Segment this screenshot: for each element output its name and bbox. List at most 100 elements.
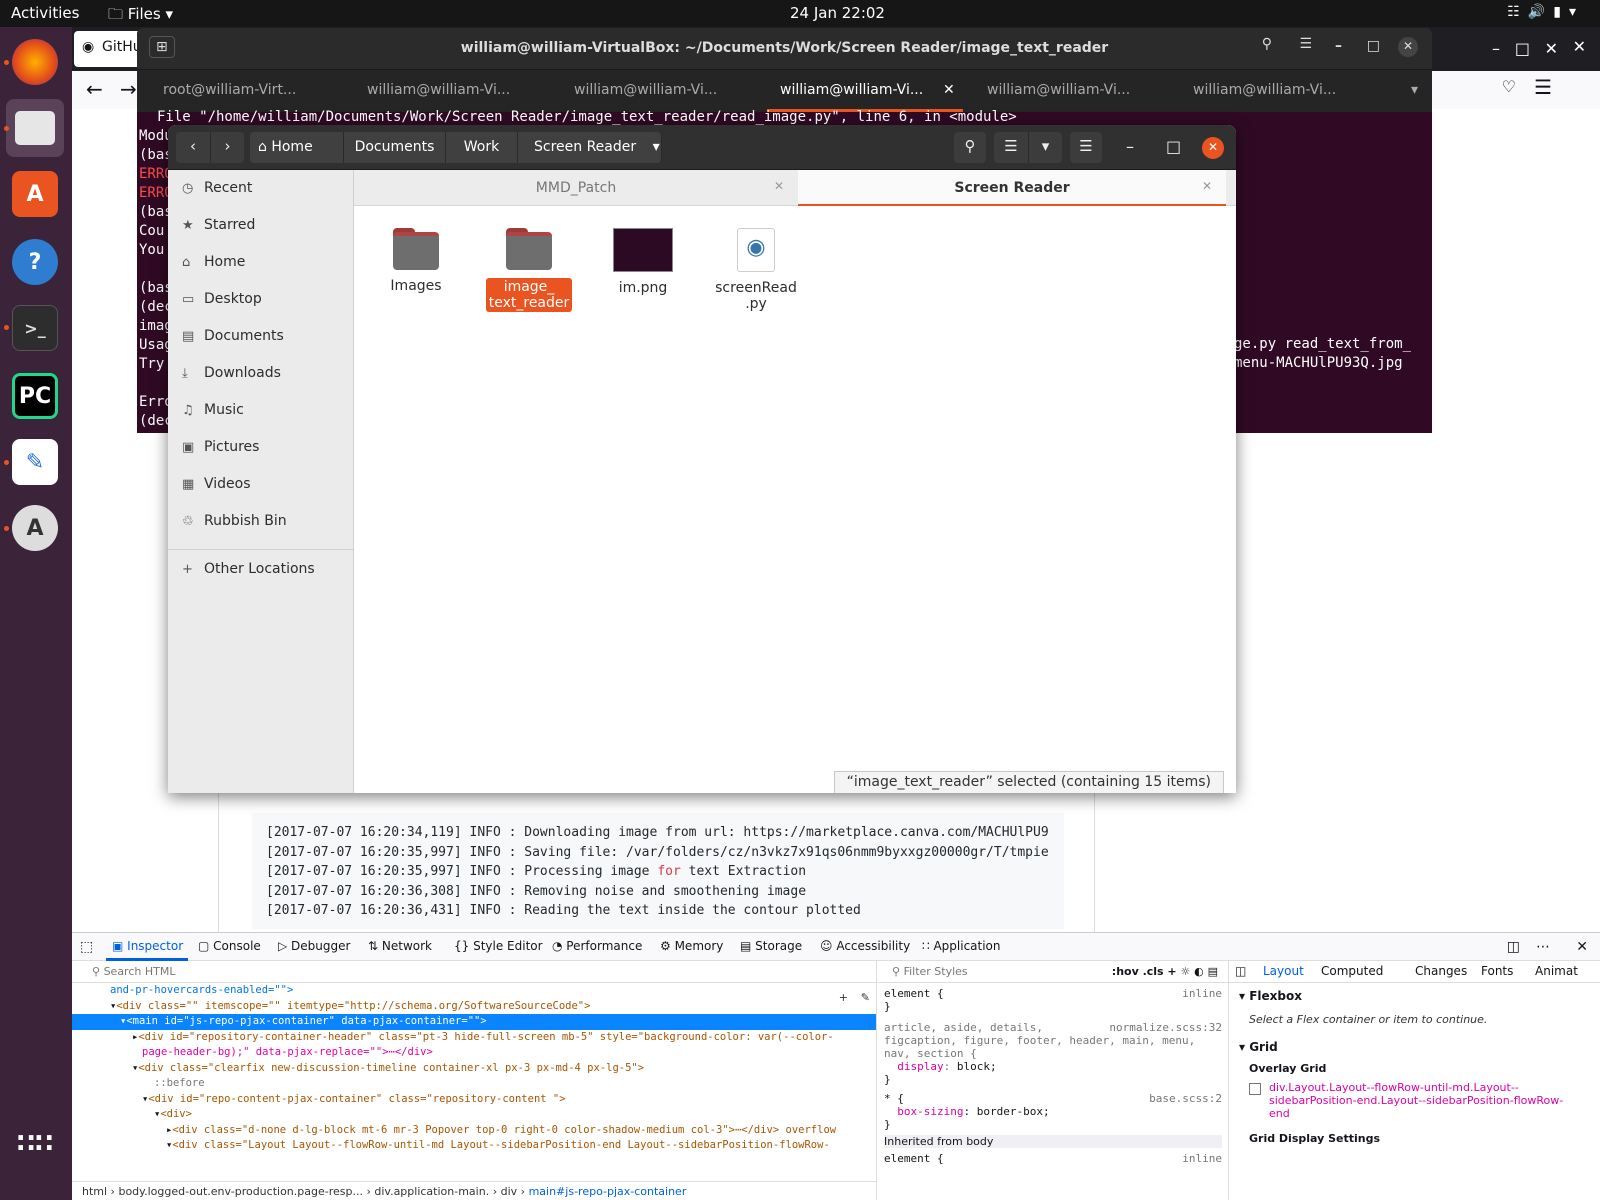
sidebar-item-videos[interactable]: ▦ Videos: [182, 476, 251, 498]
maximize-icon[interactable]: □: [1166, 137, 1181, 156]
hamburger-menu-icon[interactable]: ☰: [1299, 36, 1312, 52]
html-line[interactable]: ::before: [72, 1076, 876, 1092]
flexbox-section[interactable]: ▾ Flexbox: [1229, 983, 1600, 1009]
back-icon[interactable]: ←: [86, 77, 103, 101]
add-node-icon[interactable]: +: [839, 991, 848, 1004]
text-editor-icon[interactable]: ✎: [12, 439, 58, 485]
clock[interactable]: 24 Jan 22:02: [790, 4, 885, 22]
css-rule[interactable]: inline element {: [884, 1152, 1222, 1165]
sidebar-item-desktop[interactable]: ▭ Desktop: [182, 291, 262, 313]
filter-styles-input[interactable]: ⚲ Filter Styles :hov .cls + ☼ ◐ ▤: [878, 961, 1228, 983]
tabs-overflow-icon[interactable]: ▾: [1411, 82, 1418, 98]
sidebar-item-other-locations[interactable]: + Other Locations: [182, 561, 315, 583]
close-icon[interactable]: ✕: [1398, 37, 1418, 57]
pseudo-toggle[interactable]: :hov .cls + ☼ ◐ ▤: [1112, 965, 1218, 978]
pocket-icon[interactable]: ♡: [1502, 77, 1516, 96]
sidebar-item-starred[interactable]: ★ Starred: [182, 217, 255, 239]
system-tray[interactable]: ☷🔊▮▾: [1507, 4, 1584, 20]
element-picker-icon[interactable]: ⬚: [80, 939, 93, 955]
sidebar-item-rubbish-bin[interactable]: ♲ Rubbish Bin: [182, 513, 287, 535]
forward-icon[interactable]: →: [120, 77, 137, 101]
html-line[interactable]: ▾<div id="repo-content-pjax-container" c…: [72, 1092, 876, 1108]
html-line[interactable]: ▾<div class="" itemscope="" itemtype="ht…: [72, 999, 876, 1015]
menu-icon[interactable]: ☰: [1534, 75, 1552, 99]
firefox-icon[interactable]: [12, 39, 58, 85]
tab-network[interactable]: ⇅ Network: [368, 939, 432, 953]
sidebar-item-music[interactable]: ♫ Music: [182, 402, 244, 424]
path-home-button[interactable]: ⌂ Home: [250, 132, 344, 163]
file-item-im-png[interactable]: im.png: [595, 228, 691, 296]
tab-computed[interactable]: Computed: [1321, 964, 1383, 978]
minimize-icon[interactable]: –: [1335, 38, 1342, 54]
html-line[interactable]: ▾<div class="clearfix new-discussion-tim…: [72, 1061, 876, 1077]
file-item-screenread-py[interactable]: ◉ screenRead .py: [708, 228, 804, 312]
close-icon[interactable]: ✕: [1202, 137, 1224, 159]
html-line[interactable]: page-header-bg);" data-pjax-replace="">⋯…: [72, 1045, 876, 1061]
minimize-icon[interactable]: –: [1492, 39, 1500, 58]
tab-changes[interactable]: Changes: [1415, 964, 1467, 978]
maximize-icon[interactable]: □: [1515, 39, 1530, 58]
search-icon[interactable]: ⚲: [1262, 36, 1272, 52]
dock-side-icon[interactable]: ◫: [1507, 939, 1520, 955]
path-documents-button[interactable]: Documents: [344, 132, 446, 163]
sidebar-item-documents[interactable]: ▤ Documents: [182, 328, 284, 350]
search-html-input[interactable]: ⚲ Search HTML + ✎: [72, 961, 876, 1004]
css-rule[interactable]: inline element {}: [884, 987, 1222, 1013]
tab-performance[interactable]: ◔ Performance: [552, 939, 642, 953]
grid-item-row[interactable]: div.Layout.Layout--flowRow-until-md.Layo…: [1229, 1079, 1600, 1122]
view-list-button[interactable]: ☰: [994, 132, 1028, 163]
browser-tab[interactable]: ◉ GitHu: [74, 31, 144, 67]
html-line[interactable]: and-pr-hovercards-enabled="">: [72, 983, 876, 999]
tab-style-editor[interactable]: {} Style Editor: [454, 939, 543, 953]
view-options-button[interactable]: ▾: [1028, 132, 1062, 163]
tab-screen-reader[interactable]: Screen Reader ✕: [798, 170, 1226, 206]
activities-button[interactable]: Activities: [11, 4, 79, 22]
terminal-tab[interactable]: william@william-Vi...: [367, 82, 510, 98]
breadcrumb-item[interactable]: div: [501, 1185, 518, 1198]
tab-inspector[interactable]: ▣ Inspector: [112, 939, 183, 953]
help-icon[interactable]: ?: [12, 239, 58, 285]
sidebar-item-home[interactable]: ⌂ Home: [182, 254, 245, 276]
updater-icon[interactable]: A: [12, 505, 58, 551]
menu-button[interactable]: ☰: [1070, 132, 1102, 163]
tab-memory[interactable]: ⚙ Memory: [660, 939, 723, 953]
html-line[interactable]: ▾<div class="Layout Layout--flowRow-unti…: [72, 1138, 876, 1154]
close-tab-icon[interactable]: ✕: [943, 82, 955, 98]
tab-animations[interactable]: Animat: [1535, 964, 1578, 978]
tab-layout[interactable]: Layout: [1263, 964, 1304, 978]
html-line[interactable]: ▸<div id="repository-container-header" c…: [72, 1030, 876, 1046]
more-options-icon[interactable]: ⋯: [1536, 939, 1550, 955]
terminal-icon[interactable]: >_: [12, 305, 58, 351]
maximize-icon[interactable]: □: [1367, 38, 1380, 54]
file-item-images[interactable]: Images: [368, 228, 464, 294]
show-apps-icon[interactable]: ∷∷: [12, 1121, 58, 1167]
close-icon[interactable]: ✕: [1573, 37, 1586, 56]
tab-application[interactable]: ∷ Application: [922, 939, 1001, 953]
search-button[interactable]: ⚲: [954, 132, 986, 163]
breadcrumb-item[interactable]: body.logged-out.env-production.page-resp…: [118, 1185, 363, 1198]
minimize-icon[interactable]: –: [1126, 137, 1134, 156]
close-icon[interactable]: ✕: [1545, 39, 1558, 58]
sidebar-item-recent[interactable]: ◷ Recent: [182, 180, 252, 202]
tab-storage[interactable]: ▤ Storage: [740, 939, 802, 953]
breadcrumb-item[interactable]: html: [82, 1185, 107, 1198]
breadcrumb-item[interactable]: main#js-repo-pjax-container: [529, 1185, 687, 1198]
grid-checkbox[interactable]: [1249, 1083, 1261, 1095]
close-tab-icon[interactable]: ✕: [774, 179, 784, 193]
tab-fonts[interactable]: Fonts: [1481, 964, 1513, 978]
pycharm-icon[interactable]: PC: [12, 373, 58, 419]
css-rule[interactable]: normalize.scss:32 article, aside, details…: [884, 1021, 1222, 1086]
sidebar-item-downloads[interactable]: ⤓ Downloads: [182, 365, 281, 387]
close-devtools-icon[interactable]: ✕: [1576, 939, 1588, 955]
html-line[interactable]: ▸<div class="d-none d-lg-block mt-6 mr-3…: [72, 1123, 876, 1139]
tab-mmd-patch[interactable]: MMD_Patch ✕: [354, 170, 798, 206]
tab-debugger[interactable]: ▷ Debugger: [278, 939, 350, 953]
file-item-image-text-reader[interactable]: image_ text_reader: [481, 228, 577, 312]
terminal-tab[interactable]: root@william-Virt...: [163, 82, 296, 98]
path-work-button[interactable]: Work: [446, 132, 518, 163]
tab-accessibility[interactable]: ☺ Accessibility: [820, 939, 910, 953]
html-line[interactable]: ▾<div>: [72, 1107, 876, 1123]
sidebar-item-pictures[interactable]: ▣ Pictures: [182, 439, 259, 461]
terminal-tab[interactable]: william@william-Vi...: [1193, 82, 1336, 98]
terminal-tab[interactable]: william@william-Vi...: [574, 82, 717, 98]
